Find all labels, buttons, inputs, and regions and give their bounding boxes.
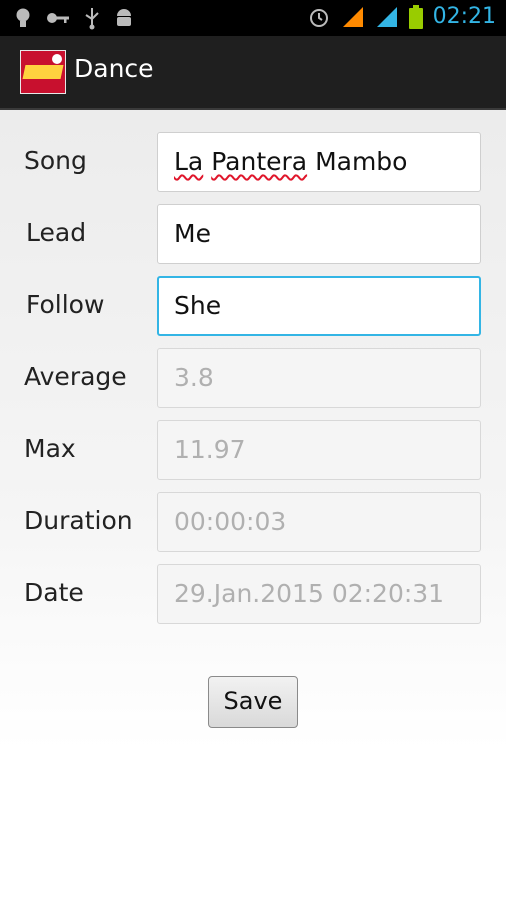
duration-label: Duration (24, 506, 133, 535)
key-icon (46, 11, 70, 25)
song-value-word: La (174, 147, 204, 176)
battery-icon (408, 4, 423, 29)
dance-form: Song La Pantera Mambo Lead Me Follow She… (0, 110, 506, 900)
system-icons: 02:21 (307, 4, 496, 29)
status-time: 02:21 (432, 4, 496, 29)
page-title: Dance (74, 54, 154, 83)
max-label: Max (24, 434, 76, 463)
date-field: 29.Jan.2015 02:20:31 (157, 564, 481, 624)
signal-icon (375, 5, 399, 29)
duration-field: 00:00:03 (157, 492, 481, 552)
follow-label: Follow (26, 290, 105, 319)
usb-icon (84, 6, 100, 30)
lead-row: Lead Me (0, 204, 506, 264)
duration-row: Duration 00:00:03 (0, 492, 506, 552)
lead-input[interactable]: Me (157, 204, 481, 264)
signal-icon (341, 5, 365, 29)
average-row: Average 3.8 (0, 348, 506, 408)
song-value-word: Pantera (211, 147, 308, 176)
android-icon (114, 7, 134, 29)
lead-label: Lead (26, 218, 87, 247)
lightbulb-icon (14, 7, 32, 29)
average-label: Average (24, 362, 127, 391)
notification-icons (14, 6, 134, 30)
max-row: Max 11.97 (0, 420, 506, 480)
date-label: Date (24, 578, 84, 607)
follow-input[interactable]: She (157, 276, 481, 336)
follow-row: Follow She (0, 276, 506, 336)
date-row: Date 29.Jan.2015 02:20:31 (0, 564, 506, 624)
song-input[interactable]: La Pantera Mambo (157, 132, 481, 192)
song-value-word: Mambo (315, 147, 408, 176)
max-field: 11.97 (157, 420, 481, 480)
app-logo-icon[interactable] (20, 50, 66, 94)
song-row: Song La Pantera Mambo (0, 132, 506, 192)
alarm-icon (307, 5, 331, 29)
song-label: Song (24, 146, 87, 175)
status-bar: 02:21 (0, 0, 506, 36)
average-field: 3.8 (157, 348, 481, 408)
action-bar: Dance (0, 36, 506, 110)
save-button[interactable]: Save (208, 676, 298, 728)
